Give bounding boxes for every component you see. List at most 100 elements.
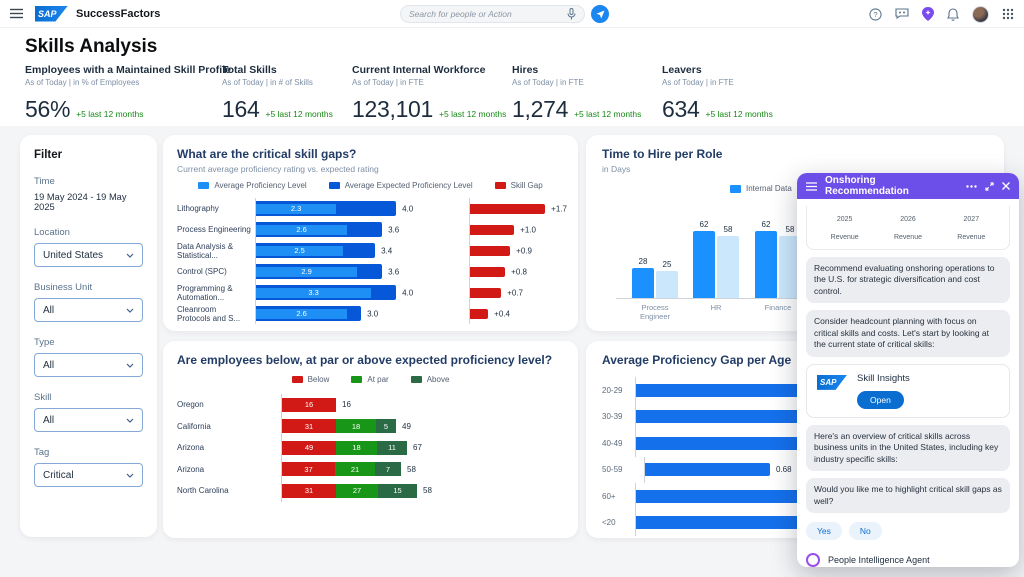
search-box[interactable] xyxy=(400,5,585,23)
bar-value: 62 xyxy=(762,220,771,229)
expected-value: 4.0 xyxy=(402,288,413,297)
location-dropdown[interactable]: United States xyxy=(34,243,143,267)
total-value: 58 xyxy=(423,486,432,495)
yes-button[interactable]: Yes xyxy=(806,522,842,540)
kpi-total-skills: Total Skills As of Today | in # of Skill… xyxy=(222,64,333,123)
gap-bar xyxy=(470,204,545,214)
overflow-icon[interactable] xyxy=(966,185,977,188)
revenue-chart-card: 2025Revenue 2026Revenue 2027Revenue xyxy=(806,206,1010,250)
svg-text:?: ? xyxy=(873,10,877,19)
agent-row: People Intelligence Agent xyxy=(806,553,1010,567)
internal-bar xyxy=(755,231,777,298)
kpi-subtitle: As of Today | in FTE xyxy=(662,78,773,87)
gap-value: +0.8 xyxy=(511,267,527,276)
feedback-icon[interactable] xyxy=(895,8,909,20)
chart-row: Arizona 37217 58 xyxy=(177,459,564,481)
category-label: Data Analysis & Statistical... xyxy=(177,242,255,260)
menu-icon[interactable] xyxy=(10,8,23,19)
type-dropdown[interactable]: All xyxy=(34,353,143,377)
revenue-word: Revenue xyxy=(831,234,859,241)
agent-name: People Intelligence Agent xyxy=(828,555,930,565)
bar-value: 62 xyxy=(700,220,709,229)
time-filter-value: 19 May 2024 - 19 May 2025 xyxy=(34,192,143,212)
business-unit-dropdown[interactable]: All xyxy=(34,298,143,322)
legend-label: Average Expected Proficiency Level xyxy=(345,181,473,190)
skill-filter-label: Skill xyxy=(34,392,143,403)
kpi-delta: +5 last 12 months xyxy=(265,109,332,119)
kpi-delta: +5 last 12 months xyxy=(574,109,641,119)
sap-logo-text: SAP xyxy=(38,9,57,19)
bar-value: 58 xyxy=(786,225,795,234)
chart-row: Control (SPC) 2.93.6 +0.8 xyxy=(177,261,564,282)
help-icon[interactable]: ? xyxy=(869,8,882,21)
below-segment: 49 xyxy=(282,441,336,455)
chart-subtitle: Current average proficiency rating vs. e… xyxy=(177,164,564,174)
tag-filter-label: Tag xyxy=(34,447,143,458)
sap-logo[interactable]: SAP xyxy=(35,6,68,22)
category-label: Cleanroom Protocols and S... xyxy=(177,305,255,323)
proficiency-bar: 2.6 xyxy=(256,309,347,319)
chart-title: Are employees below, at par or above exp… xyxy=(177,353,564,367)
kpi-subtitle: As of Today | in # of Skills xyxy=(222,78,333,87)
kpi-value: 56% xyxy=(25,96,70,123)
chart-plot: 28 25 62 58 62 58 Process Engineer HR Fi… xyxy=(616,193,816,299)
kpi-delta: +5 last 12 months xyxy=(76,109,143,119)
type-dropdown-value: All xyxy=(43,360,54,371)
search-input[interactable] xyxy=(409,9,567,19)
user-avatar[interactable] xyxy=(972,6,989,23)
chart-row: Programming & Automation... 3.34.0 +0.7 xyxy=(177,282,564,303)
above-segment: 15 xyxy=(378,484,417,498)
bar-value: 0.68 xyxy=(776,465,792,474)
atpar-segment: 18 xyxy=(336,419,376,433)
open-button[interactable]: Open xyxy=(857,391,904,409)
gap-bar xyxy=(470,246,510,256)
joule-panel-header[interactable]: Onshoring Recommendation xyxy=(797,173,1019,199)
gap-value: +1.7 xyxy=(551,204,567,213)
joule-menu-icon[interactable] xyxy=(806,182,817,191)
assistant-message: Would you like me to highlight critical … xyxy=(806,478,1010,513)
gap-bar xyxy=(470,225,514,235)
apps-grid-icon[interactable] xyxy=(1002,8,1014,20)
kpi-maintained-skill-profile: Employees with a Maintained Skill Profil… xyxy=(25,64,231,123)
mic-icon[interactable] xyxy=(567,8,576,20)
category-label: Arizona xyxy=(177,465,281,474)
chart-title: What are the critical skill gaps? xyxy=(177,147,564,161)
bar-group: 28 25 xyxy=(632,257,678,298)
total-value: 16 xyxy=(342,400,351,409)
chart-legend: Average Proficiency Level Average Expect… xyxy=(177,181,564,190)
kpi-subtitle: As of Today | in FTE xyxy=(512,78,641,87)
revenue-year: 2026 xyxy=(900,216,916,223)
gap-value: +0.9 xyxy=(516,246,532,255)
no-button[interactable]: No xyxy=(849,522,882,540)
skill-dropdown[interactable]: All xyxy=(34,408,143,432)
x-axis-label: Finance xyxy=(754,303,802,312)
skills-analysis-page: SAP SuccessFactors ? xyxy=(0,0,1024,577)
joule-icon[interactable] xyxy=(922,7,934,21)
dashboard-canvas: Filter Time 19 May 2024 - 19 May 2025 Lo… xyxy=(0,126,1024,577)
assistant-message: Here's an overview of critical skills ac… xyxy=(806,425,1010,471)
chart-row: California 31185 49 xyxy=(177,416,564,438)
kpi-value: 634 xyxy=(662,96,699,123)
gap-bar xyxy=(470,288,501,298)
atpar-segment: 21 xyxy=(335,462,375,476)
type-filter-label: Type xyxy=(34,337,143,348)
chart-row: Process Engineering 2.63.6 +1.0 xyxy=(177,219,564,240)
search-send-button[interactable] xyxy=(591,5,609,23)
tag-dropdown[interactable]: Critical xyxy=(34,463,143,487)
skill-insights-card[interactable]: SAP Skill Insights Open xyxy=(806,364,1010,418)
close-icon[interactable] xyxy=(1002,182,1010,190)
time-filter-label: Time xyxy=(34,176,143,187)
critical-skill-gaps-chart: What are the critical skill gaps? Curren… xyxy=(163,135,578,331)
chart-row: Arizona 491811 67 xyxy=(177,437,564,459)
joule-panel-title: Onshoring Recommendation xyxy=(825,175,958,197)
chevron-down-icon xyxy=(126,363,134,368)
sap-logo-text: SAP xyxy=(820,378,836,387)
revenue-word: Revenue xyxy=(957,234,985,241)
category-label: 30-39 xyxy=(602,412,635,421)
bar-group: 62 58 xyxy=(755,220,801,298)
proficiency-bar: 2.6 xyxy=(256,225,347,235)
expand-icon[interactable] xyxy=(985,182,994,191)
chart-row: Oregon 16 16 xyxy=(177,394,564,416)
bar-value: 58 xyxy=(724,225,733,234)
notifications-icon[interactable] xyxy=(947,8,959,21)
